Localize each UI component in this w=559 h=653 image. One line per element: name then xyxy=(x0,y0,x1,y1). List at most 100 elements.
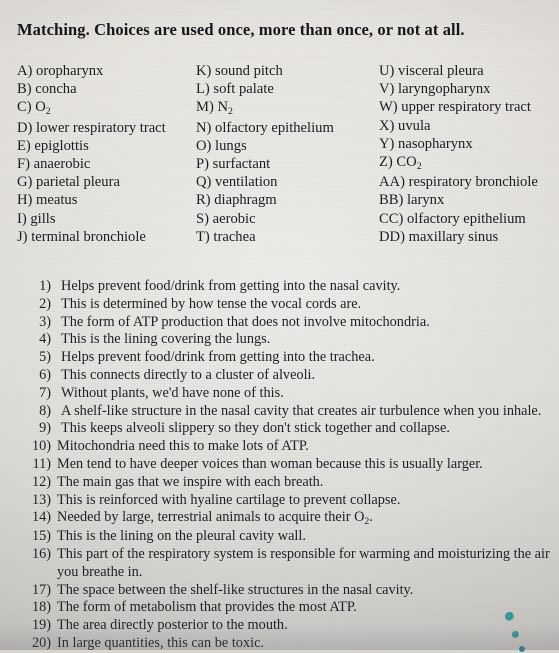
choice-text: surfactant xyxy=(208,156,271,173)
choice-item: W) upper respiratory tract xyxy=(379,98,555,116)
choice-text: visceral pleura xyxy=(394,63,484,79)
choice-item: B) concha xyxy=(17,80,197,98)
choice-label: Z) xyxy=(379,154,393,171)
question-item: 8) A shelf-like structure in the nasal ca… xyxy=(30,403,550,421)
choice-text: olfactory epithelium xyxy=(403,210,526,227)
choice-label: F) xyxy=(17,156,30,173)
choice-item: P) surfactant xyxy=(196,155,380,173)
choice-label: N) xyxy=(196,119,212,136)
question-number: 8) xyxy=(39,402,51,419)
choice-label: D) xyxy=(17,119,33,136)
question-item: 12) The main gas that we inspire with eac… xyxy=(30,474,550,492)
choice-item: V) laryngopharynx xyxy=(379,80,555,98)
question-text: Mitochondria need this to make lots of A… xyxy=(57,438,309,455)
teal-ink-dot-large xyxy=(505,612,514,621)
question-item: 18) The form of metabolism that provides … xyxy=(30,599,550,617)
choice-text: sound pitch xyxy=(211,63,283,79)
choice-label: BB) xyxy=(379,192,404,209)
choice-text: olfactory epithelium xyxy=(211,119,334,136)
choice-text: epiglottis xyxy=(30,137,89,154)
choice-item: U) visceral pleura xyxy=(379,62,555,80)
choice-item: A) oropharynx xyxy=(17,62,197,80)
choice-label: CC) xyxy=(379,210,404,227)
question-number: 20) xyxy=(31,634,51,651)
choice-item: F) anaerobic xyxy=(17,155,197,173)
choice-item: G) parietal pleura xyxy=(17,173,197,191)
choice-text: nasopharynx xyxy=(394,135,473,152)
choice-item: Y) nasopharynx xyxy=(379,135,555,153)
choice-item: E) epiglottis xyxy=(17,137,197,155)
choice-text: lungs xyxy=(211,137,247,154)
choice-label: J) xyxy=(17,228,28,245)
question-item: 14) Needed by large, terrestrial animals … xyxy=(30,509,550,528)
question-number: 11) xyxy=(32,455,51,472)
question-number: 2) xyxy=(39,295,51,312)
question-item: 13) This is reinforced with hyaline carti… xyxy=(30,492,550,510)
choice-item: T) trachea xyxy=(196,228,380,246)
teal-ink-dot-medium xyxy=(512,631,519,638)
choice-label: P) xyxy=(196,156,209,173)
question-number: 9) xyxy=(39,420,51,437)
choice-text: gills xyxy=(26,210,56,227)
question-number: 7) xyxy=(39,384,51,401)
choice-item: O) lungs xyxy=(196,137,380,155)
question-text: This connects directly to a cluster of a… xyxy=(61,366,316,383)
choice-text: maxillary sinus xyxy=(404,228,499,245)
question-number: 6) xyxy=(39,366,51,383)
choice-item: R) diaphragm xyxy=(196,191,380,209)
choice-text: diaphragm xyxy=(210,192,277,209)
choice-label: K) xyxy=(196,63,212,79)
choice-label: O) xyxy=(196,137,212,154)
choice-label: I) xyxy=(17,210,27,227)
choice-label: X) xyxy=(379,117,395,134)
choice-label: M) xyxy=(196,99,214,116)
choice-column-1: A) oropharynx B) concha C) O2 D) lower resp… xyxy=(17,62,197,246)
choice-text: ventilation xyxy=(211,174,278,191)
choice-label: B) xyxy=(17,81,32,98)
question-number: 1) xyxy=(39,278,51,294)
question-item: 7) Without plants, we'd have none of this… xyxy=(30,385,550,403)
question-number: 5) xyxy=(39,349,51,366)
worksheet-page: Matching. Choices are used once, more th… xyxy=(0,0,559,652)
choice-item: S) aerobic xyxy=(196,210,380,228)
question-text: In large quantities, this can be toxic. xyxy=(57,634,264,651)
choice-label: U) xyxy=(379,63,395,79)
choice-item: N) olfactory epithelium xyxy=(196,119,380,137)
choice-item: Q) ventilation xyxy=(196,173,380,191)
choice-item: BB) larynx xyxy=(379,191,555,209)
question-text: The main gas that we inspire with each b… xyxy=(57,473,324,490)
question-number: 16) xyxy=(31,545,51,562)
question-item: 15) This is the lining on the pleural cav… xyxy=(30,528,550,546)
question-text: The area directly posterior to the mouth… xyxy=(57,617,288,634)
choice-item: C) O2 xyxy=(17,98,197,118)
question-text: Men tend to have deeper voices than woma… xyxy=(57,455,483,472)
choice-text: laryngopharynx xyxy=(394,81,491,98)
question-item: 2) This is determined by how tense the vo… xyxy=(30,296,550,314)
choice-text: trachea xyxy=(209,228,256,245)
choice-text: aerobic xyxy=(208,210,256,227)
choice-label: T) xyxy=(196,228,210,245)
choice-label: L) xyxy=(196,81,210,98)
choice-label: H) xyxy=(17,192,33,209)
choice-column-2: K) sound pitch L) soft palate M) N2 N) olfa… xyxy=(196,62,380,246)
choice-item: H) meatus xyxy=(17,191,197,209)
question-item: 5) Helps prevent food/drink from getting … xyxy=(30,349,550,367)
question-text: This keeps alveoli slippery so they don'… xyxy=(61,420,450,437)
choice-text: upper respiratory tract xyxy=(397,99,531,116)
choice-label: A) xyxy=(17,63,33,79)
question-text: Needed by large, terrestrial animals to … xyxy=(57,509,373,527)
choice-text: anaerobic xyxy=(29,156,91,173)
choice-label: C) xyxy=(17,99,32,116)
choice-text: respiratory bronchiole xyxy=(404,174,538,191)
question-item: 16) This part of the respiratory system i… xyxy=(30,546,550,582)
question-number: 4) xyxy=(39,331,51,348)
choice-text: soft palate xyxy=(209,81,274,98)
question-item: 9) This keeps alveoli slippery so they do… xyxy=(30,420,550,438)
choice-text: parietal pleura xyxy=(32,174,120,191)
choice-item: I) gills xyxy=(17,210,197,228)
question-number: 3) xyxy=(39,313,51,330)
choice-text: larynx xyxy=(403,192,445,209)
choice-item: D) lower respiratory tract xyxy=(17,119,197,137)
question-number: 13) xyxy=(31,491,51,508)
question-text: Helps prevent food/drink from getting in… xyxy=(61,349,375,366)
